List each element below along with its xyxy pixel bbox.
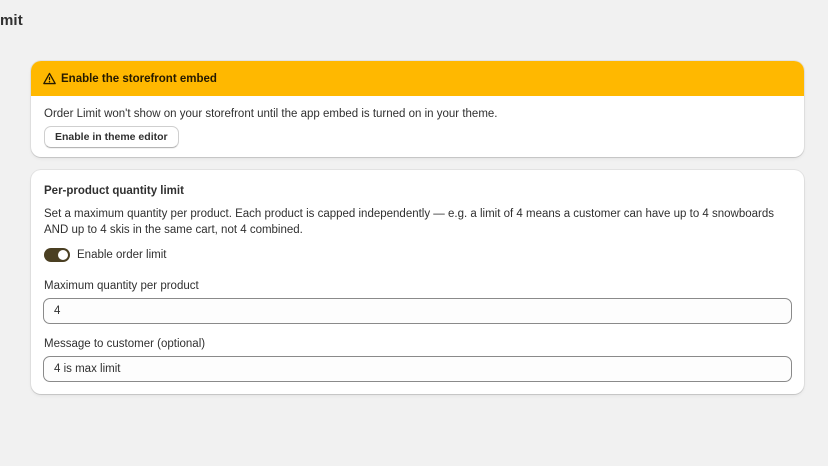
- warning-triangle-icon: [43, 72, 56, 85]
- section-title: Per-product quantity limit: [44, 185, 184, 197]
- banner-body: Order Limit won't show on your storefron…: [31, 96, 804, 148]
- customer-message-input[interactable]: 4 is max limit: [43, 356, 792, 382]
- max-quantity-label: Maximum quantity per product: [44, 280, 199, 292]
- per-product-limit-card: Per-product quantity limit Set a maximum…: [31, 170, 804, 394]
- enable-order-limit-row: Enable order limit: [44, 248, 166, 262]
- enable-order-limit-label: Enable order limit: [77, 249, 167, 261]
- banner-text: Order Limit won't show on your storefron…: [44, 108, 498, 120]
- section-description: Set a maximum quantity per product. Each…: [44, 208, 775, 236]
- storefront-embed-banner: Enable the storefront embed Order Limit …: [31, 61, 804, 157]
- max-quantity-input[interactable]: 4: [43, 298, 792, 324]
- enable-order-limit-toggle[interactable]: [44, 248, 70, 262]
- toggle-knob: [58, 250, 68, 260]
- banner-header: Enable the storefront embed: [31, 61, 804, 96]
- customer-message-label: Message to customer (optional): [44, 338, 206, 350]
- page-title: mit: [0, 12, 23, 29]
- banner-title: Enable the storefront embed: [61, 72, 217, 85]
- enable-in-theme-editor-button[interactable]: Enable in theme editor: [44, 126, 179, 148]
